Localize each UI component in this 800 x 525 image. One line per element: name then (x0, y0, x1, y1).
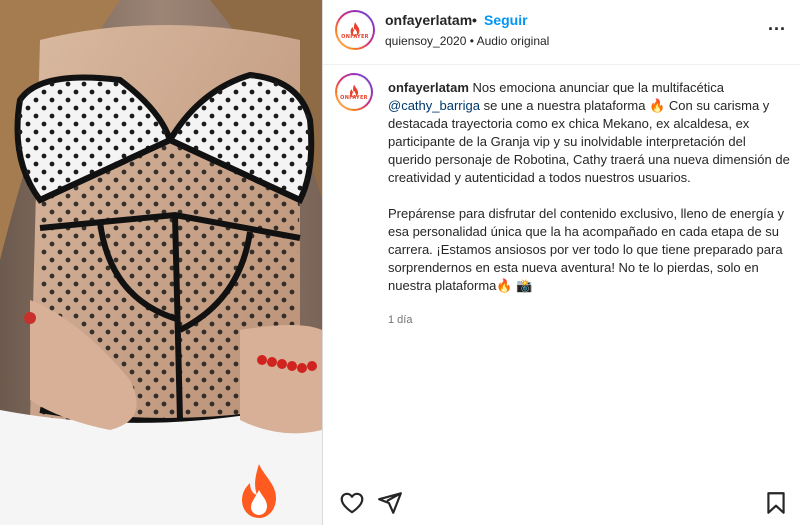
send-icon[interactable] (377, 490, 403, 516)
post-media[interactable] (0, 0, 322, 525)
post-panel: ONFAYER onfayerlatam • Seguir quiensoy_2… (322, 0, 800, 525)
avatar[interactable]: ONFAYER (335, 10, 375, 50)
avatar-text: ONFAYER (341, 34, 369, 40)
caption: onfayerlatam Nos emociona anunciar que l… (388, 79, 790, 295)
avatar-text: ONFAYER (340, 95, 368, 101)
flame-icon (242, 464, 276, 518)
more-options-icon[interactable]: ... (768, 14, 786, 35)
caption-paragraph-2: Prepárense para disfrutar del contenido … (388, 206, 785, 293)
media-image (0, 0, 322, 525)
post-username[interactable]: onfayerlatam (385, 12, 472, 28)
post-timestamp[interactable]: 1 día (388, 314, 412, 326)
separator-dot: • (472, 12, 477, 28)
post-header: ONFAYER onfayerlatam • Seguir quiensoy_2… (323, 0, 800, 65)
mention-link[interactable]: @cathy_barriga (388, 98, 480, 113)
heart-icon[interactable] (339, 490, 365, 516)
caption-avatar[interactable]: ONFAYER (335, 73, 373, 111)
follow-button[interactable]: Seguir (484, 12, 528, 28)
caption-paragraph: onfayerlatam Nos emociona anunciar que l… (388, 79, 790, 187)
instagram-post: ONFAYER onfayerlatam • Seguir quiensoy_2… (0, 0, 800, 525)
post-subtitle[interactable]: quiensoy_2020 • Audio original (385, 34, 549, 48)
bookmark-icon[interactable] (763, 490, 789, 516)
action-bar (323, 480, 800, 525)
caption-text: Nos emociona anunciar que la multifacéti… (468, 80, 725, 95)
caption-username[interactable]: onfayerlatam (388, 80, 469, 95)
